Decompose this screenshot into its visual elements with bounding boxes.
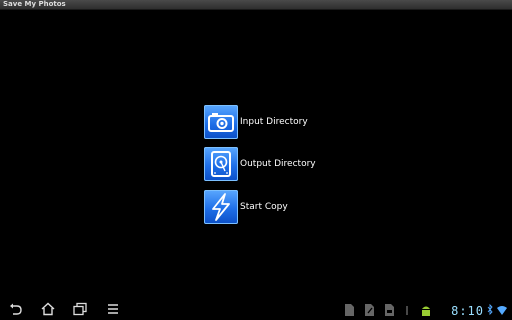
back-icon[interactable] — [8, 301, 24, 317]
clock[interactable]: 8:10 — [451, 304, 484, 318]
lightning-icon — [212, 193, 230, 221]
start-copy-label: Start Copy — [240, 202, 288, 212]
camera-icon — [208, 113, 234, 132]
start-copy-button[interactable]: Start Copy — [204, 190, 384, 224]
output-directory-label: Output Directory — [240, 159, 316, 169]
lightning-tile — [204, 190, 238, 224]
notification-file-icon[interactable] — [383, 303, 395, 317]
usb-icon — [406, 306, 408, 315]
menu-icon[interactable] — [105, 301, 121, 317]
camera-tile — [204, 105, 238, 139]
input-directory-button[interactable]: Input Directory — [204, 105, 384, 139]
hard-drive-icon — [211, 151, 231, 177]
bluetooth-icon — [487, 303, 493, 316]
app-title: Save My Photos — [3, 0, 66, 8]
output-directory-button[interactable]: Output Directory — [204, 147, 384, 181]
system-nav-bar: 8:10 — [0, 298, 512, 320]
recent-apps-icon[interactable] — [72, 301, 88, 317]
home-icon[interactable] — [40, 301, 56, 317]
wifi-icon — [497, 306, 507, 315]
input-directory-label: Input Directory — [240, 117, 308, 127]
notification-document-icon[interactable] — [343, 303, 355, 317]
android-icon[interactable] — [420, 303, 432, 317]
title-bar: Save My Photos — [0, 0, 512, 10]
notification-edit-icon[interactable] — [363, 303, 375, 317]
hard-drive-tile — [204, 147, 238, 181]
